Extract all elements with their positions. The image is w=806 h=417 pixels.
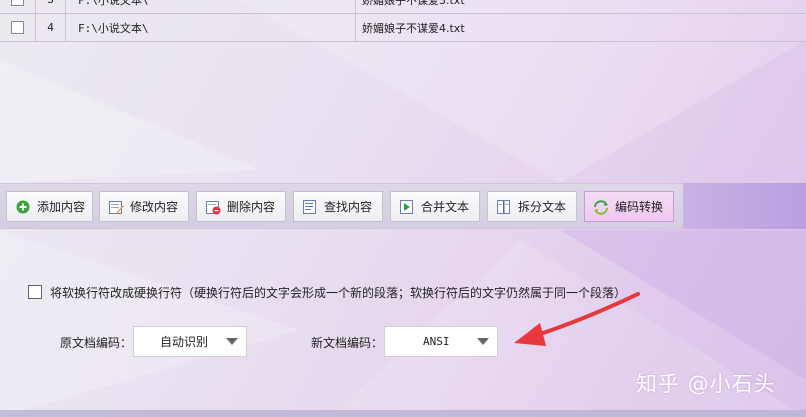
source-encoding-value: 自动识别 (160, 335, 209, 349)
row-path: F:\小说文本\ (66, 14, 356, 41)
table-row[interactable]: 3 F:\小说文本\ 娇媚娘子不谋爱3.txt (0, 0, 806, 14)
delete-doc-icon (205, 199, 221, 215)
soft-to-hard-checkbox[interactable] (28, 285, 42, 299)
find-doc-icon (302, 199, 318, 215)
convert-arrows-icon (593, 199, 609, 215)
edit-content-button[interactable]: 修改内容 (99, 191, 189, 222)
table-row[interactable]: 4 F:\小说文本\ 娇媚娘子不谋爱4.txt (0, 14, 806, 42)
soft-to-hard-label: 将软换行符改成硬换行符（硬换行符后的文字会形成一个新的段落；软换行符后的文字仍然… (50, 286, 627, 300)
add-content-button[interactable]: 添加内容 (6, 191, 93, 222)
target-encoding-label: 新文档编码： (311, 336, 384, 350)
row-number: 4 (36, 14, 66, 41)
row-checkbox[interactable] (11, 0, 24, 6)
target-encoding-select[interactable]: ANSI (384, 326, 498, 357)
split-text-button[interactable]: 拆分文本 (487, 191, 577, 222)
encoding-convert-button[interactable]: 编码转换 (584, 191, 674, 222)
add-circle-icon (15, 199, 31, 215)
source-encoding-label: 原文档编码： (60, 336, 133, 350)
split-doc-icon (496, 199, 512, 215)
chevron-down-icon (477, 338, 489, 345)
find-content-button[interactable]: 查找内容 (293, 191, 383, 222)
merge-text-button[interactable]: 合并文本 (390, 191, 480, 222)
row-filename: 娇媚娘子不谋爱4.txt (362, 21, 465, 35)
edit-note-icon (108, 199, 124, 215)
target-encoding-value: ANSI (423, 335, 450, 348)
row-filename: 娇媚娘子不谋爱3.txt (362, 0, 465, 7)
chevron-down-icon (226, 338, 238, 345)
merge-doc-icon (399, 199, 415, 215)
row-checkbox[interactable] (11, 21, 24, 34)
source-encoding-select[interactable]: 自动识别 (133, 326, 247, 357)
watermark: 知乎 @小石头 (636, 372, 776, 396)
delete-content-button[interactable]: 删除内容 (196, 191, 286, 222)
row-path: F:\小说文本\ (66, 0, 356, 13)
toolbar-accent (683, 183, 806, 229)
row-number: 3 (36, 0, 66, 13)
